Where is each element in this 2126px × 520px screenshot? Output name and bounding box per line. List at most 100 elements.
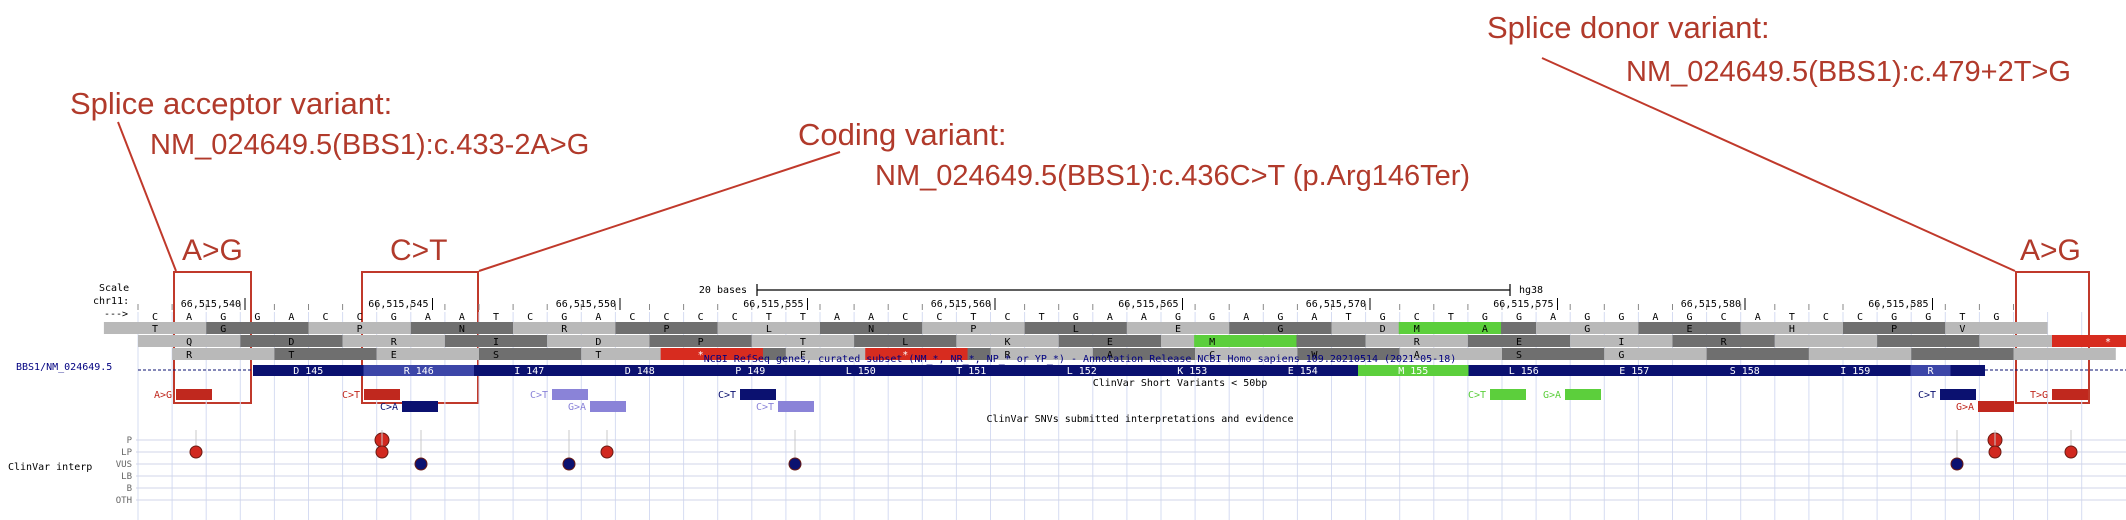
- sequence-base: A: [868, 312, 874, 323]
- codon-label: K 153: [1177, 366, 1207, 377]
- sequence-base: G: [561, 312, 567, 323]
- position-label: 66,515,540: [181, 299, 241, 310]
- coding-callout-line: [478, 151, 841, 272]
- variant-label: T>G: [2030, 390, 2048, 401]
- frame-aa-label: G: [1584, 324, 1590, 335]
- codon-label: P 149: [735, 366, 765, 377]
- variant-label: G>A: [1543, 390, 1561, 401]
- sequence-base: C: [629, 312, 635, 323]
- interp-dot: [600, 445, 614, 459]
- interp-dot: [414, 457, 428, 471]
- frame-aa-label: L: [1073, 324, 1079, 335]
- scale-label: Scale: [99, 283, 130, 294]
- frame-aa-label: M: [1209, 337, 1215, 348]
- interp-dot: [1950, 457, 1964, 471]
- sequence-base: G: [254, 312, 260, 323]
- sequence-base: A: [834, 312, 840, 323]
- frame-aa-label: D: [595, 337, 601, 348]
- frame-aa-label: R: [1414, 337, 1421, 348]
- sequence-base: C: [664, 312, 670, 323]
- frame-aa-label: G: [1277, 324, 1283, 335]
- frame-aa-label: N: [868, 324, 874, 335]
- position-label: 66,515,585: [1868, 299, 1928, 310]
- sequence-base: G: [1891, 312, 1897, 323]
- sequence-base: G: [220, 312, 226, 323]
- sequence-track: CAGGACCGAATCGACCCCTTAACCTCTGAAGGAGATGCTG…: [152, 312, 1999, 323]
- sequence-base: C: [1823, 312, 1829, 323]
- variant-label: C>T: [342, 390, 360, 401]
- interp-row-label: LP: [121, 448, 132, 458]
- variant-bar: [590, 401, 626, 412]
- variant-label: C>A: [380, 402, 398, 413]
- callout-lines: [117, 57, 2016, 272]
- sequence-base: A: [459, 312, 465, 323]
- frame-aa-label: S: [493, 350, 499, 361]
- variant-label: C>T: [756, 402, 774, 413]
- codon-label: L 150: [846, 366, 876, 377]
- sequence-base: G: [1687, 312, 1693, 323]
- frame-aa-label: E: [391, 350, 397, 361]
- interp-dot: [562, 457, 576, 471]
- sequence-base: A: [1652, 312, 1658, 323]
- variant-bar: [1940, 389, 1976, 400]
- variant-bar: [364, 389, 400, 400]
- variant-bar: [1490, 389, 1526, 400]
- codon-label: E 157: [1619, 366, 1649, 377]
- short-variants-title: ClinVar Short Variants < 50bp: [1093, 378, 1268, 389]
- sequence-base: C: [152, 312, 158, 323]
- interp-row-label: P: [127, 436, 133, 446]
- frame-codon: [1911, 348, 2014, 360]
- frame-aa-label: K: [1005, 337, 1011, 348]
- interp-dot: [1988, 445, 2002, 459]
- sequence-base: G: [1925, 312, 1931, 323]
- frame-aa-label: S: [1516, 350, 1522, 361]
- chrom-label: chr11:: [93, 296, 130, 307]
- frame-aa-label: R: [186, 350, 193, 361]
- position-label: 66,515,565: [1118, 299, 1178, 310]
- frame-aa-label: P: [357, 324, 363, 335]
- frame-aa-label: P: [1891, 324, 1897, 335]
- sequence-base: C: [732, 312, 738, 323]
- frame-aa-label: T: [800, 337, 806, 348]
- frame-aa-label: T: [288, 350, 294, 361]
- frame-aa-label: E: [1687, 324, 1693, 335]
- sequence-base: T: [800, 312, 806, 323]
- frame-aa-label: G: [1618, 350, 1624, 361]
- variant-bar: [1978, 401, 2014, 412]
- position-label: 66,515,575: [1493, 299, 1553, 310]
- position-label: 66,515,545: [368, 299, 428, 310]
- variant-label: G>A: [568, 402, 586, 413]
- sequence-base: G: [1584, 312, 1590, 323]
- frame-aa-label: T: [152, 324, 158, 335]
- codon-label: E 154: [1288, 366, 1318, 377]
- frame-aa-label: I: [493, 337, 499, 348]
- clinvar-interp-track: ClinVar SNVs submitted interpretations a…: [116, 414, 2126, 506]
- sequence-base: G: [1277, 312, 1283, 323]
- frame-aa-label: T: [595, 350, 601, 361]
- sequence-base: C: [1721, 312, 1727, 323]
- sequence-base: C: [1857, 312, 1863, 323]
- variant-label: C>T: [1918, 390, 1936, 401]
- sequence-base: A: [1550, 312, 1556, 323]
- sequence-base: A: [425, 312, 431, 323]
- frame-codon: [1877, 335, 1980, 347]
- codon-label: I 159: [1840, 366, 1870, 377]
- sequence-base: T: [493, 312, 499, 323]
- gene-track-label[interactable]: BBS1/NM_024649.5: [16, 362, 112, 373]
- frame-aa-label: A: [1482, 324, 1488, 335]
- sequence-base: G: [1516, 312, 1522, 323]
- codon-label: T 151: [956, 366, 986, 377]
- frame-aa-label: Q: [186, 337, 192, 348]
- sequence-base: G: [1209, 312, 1215, 323]
- sequence-base: A: [288, 312, 294, 323]
- sequence-base: G: [1380, 312, 1386, 323]
- variant-bar: [552, 389, 588, 400]
- interp-dot: [189, 445, 203, 459]
- strand-label: --->: [104, 309, 129, 320]
- sequence-base: T: [1039, 312, 1045, 323]
- codon-label: D 145: [293, 366, 323, 377]
- stop-codon: [2052, 335, 2126, 347]
- clinvar-interp-label[interactable]: ClinVar interp: [8, 462, 92, 473]
- frame-aa-label: D: [288, 337, 294, 348]
- variant-label: C>T: [530, 390, 548, 401]
